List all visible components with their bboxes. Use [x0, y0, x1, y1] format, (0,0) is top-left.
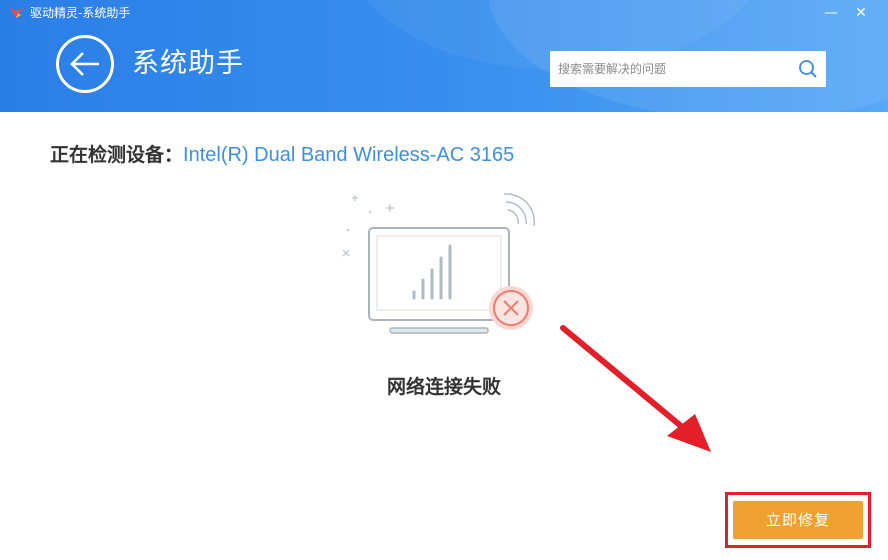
detection-label: 正在检测设备： [50, 144, 184, 166]
annotation-arrow [560, 325, 711, 452]
title-bar[interactable]: 驱动精灵-系统助手 — ✕ [0, 0, 888, 26]
app-logo-icon [10, 7, 26, 18]
fix-now-button[interactable]: 立即修复 [733, 501, 863, 539]
search-icon[interactable] [798, 59, 818, 79]
page-title: 系统助手 [132, 48, 244, 79]
status-message: 网络连接失败 [386, 376, 501, 398]
close-button[interactable]: ✕ [850, 4, 872, 22]
header-banner: 驱动精灵-系统助手 — ✕ 系统助手 [0, 0, 888, 112]
search-input[interactable] [550, 51, 786, 87]
back-button[interactable] [56, 35, 114, 93]
search-box[interactable] [550, 51, 826, 87]
app-title: 驱动精灵-系统助手 [30, 6, 131, 20]
minimize-button[interactable]: — [820, 4, 842, 22]
arrow-left-icon [70, 52, 99, 76]
device-name: Intel(R) Dual Band Wireless-AC 3165 [183, 144, 515, 166]
monitor-wifi-error-icon [342, 193, 535, 334]
detection-line: 正在检测设备：Intel(R) Dual Band Wireless-AC 31… [50, 142, 514, 168]
